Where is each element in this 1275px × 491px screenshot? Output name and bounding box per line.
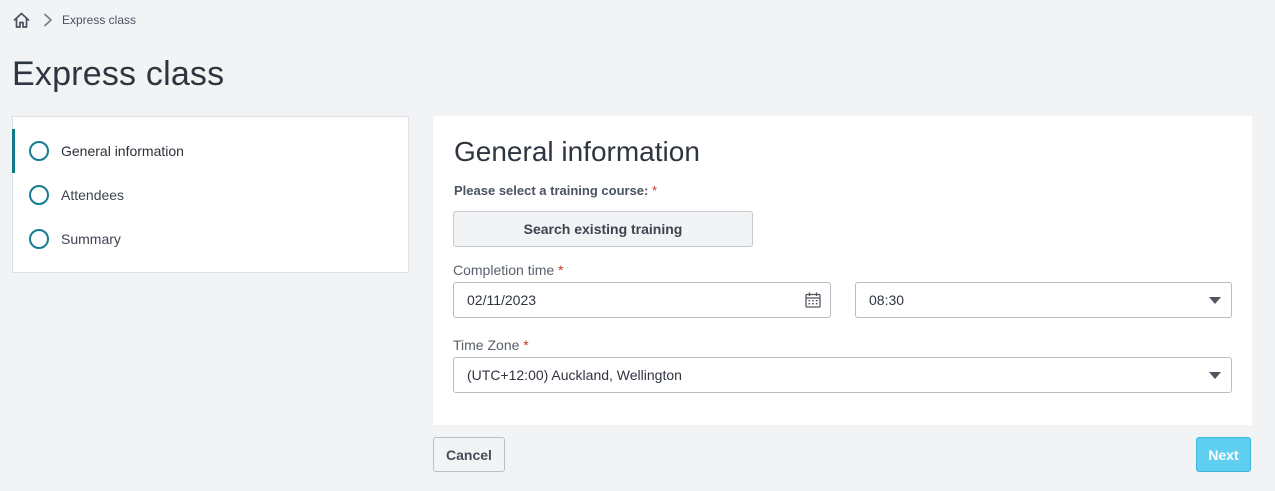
next-button[interactable]: Next xyxy=(1196,437,1251,472)
completion-date-input[interactable]: 02/11/2023 xyxy=(453,282,831,318)
home-icon[interactable] xyxy=(12,11,31,30)
completion-time-value: 08:30 xyxy=(869,292,905,308)
step-general-information[interactable]: General information xyxy=(12,129,408,173)
general-information-card: General information Please select a trai… xyxy=(433,116,1252,425)
steps-panel: General information Attendees Summary xyxy=(12,116,409,273)
chevron-right-icon xyxy=(42,13,54,27)
breadcrumb: Express class xyxy=(12,10,136,30)
completion-time-label: Completion time * xyxy=(453,262,564,278)
required-mark: * xyxy=(558,262,564,278)
search-existing-training-button[interactable]: Search existing training xyxy=(453,211,753,247)
caret-down-icon xyxy=(1209,297,1221,304)
section-title: General information xyxy=(454,136,700,167)
course-label-text: Please select a training course: xyxy=(454,183,649,198)
required-mark: * xyxy=(523,337,529,353)
completion-time-label-text: Completion time xyxy=(453,262,555,278)
page-title: Express class xyxy=(12,55,225,93)
step-status-icon xyxy=(29,185,49,205)
time-zone-label-text: Time Zone xyxy=(453,337,520,353)
step-summary[interactable]: Summary xyxy=(13,217,408,261)
calendar-icon[interactable] xyxy=(804,291,822,309)
course-label: Please select a training course: * xyxy=(454,183,657,198)
time-zone-label: Time Zone * xyxy=(453,337,529,353)
cancel-button[interactable]: Cancel xyxy=(433,437,505,472)
breadcrumb-current: Express class xyxy=(62,13,137,27)
time-zone-value: (UTC+12:00) Auckland, Wellington xyxy=(467,367,682,383)
step-attendees[interactable]: Attendees xyxy=(13,173,408,217)
time-zone-select[interactable]: (UTC+12:00) Auckland, Wellington xyxy=(453,357,1232,393)
completion-time-select[interactable]: 08:30 xyxy=(855,282,1232,318)
step-status-icon xyxy=(29,229,49,249)
required-mark: * xyxy=(652,183,658,198)
step-status-icon xyxy=(29,141,49,161)
step-label: Attendees xyxy=(61,187,125,203)
completion-date-value: 02/11/2023 xyxy=(467,292,537,308)
step-label: Summary xyxy=(61,231,121,247)
caret-down-icon xyxy=(1209,372,1221,379)
step-label: General information xyxy=(61,143,184,159)
